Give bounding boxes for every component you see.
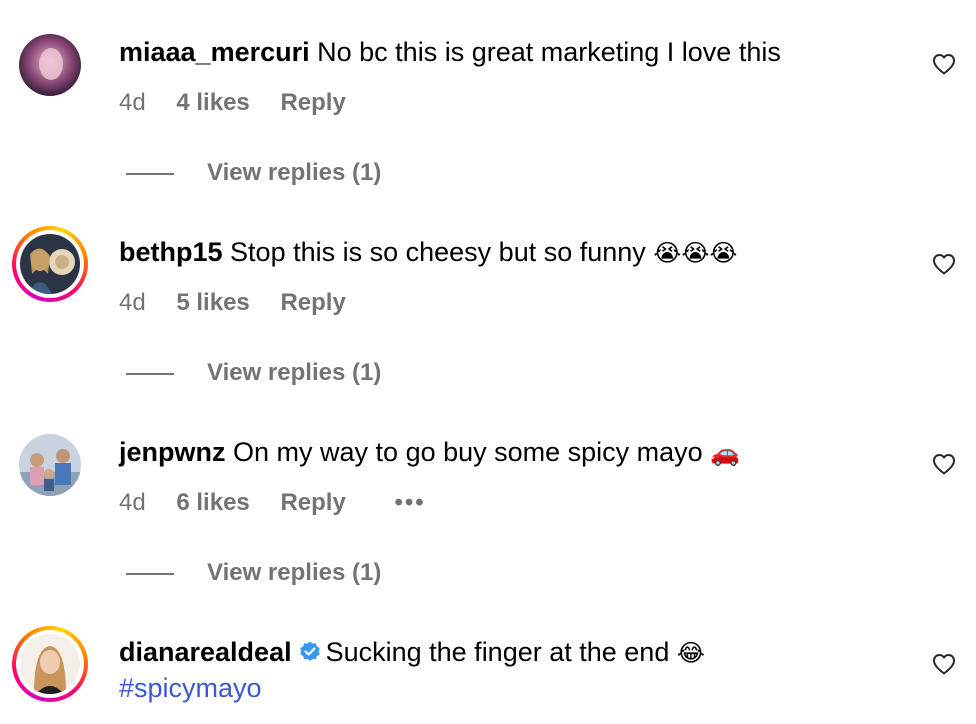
heart-outline-icon[interactable] <box>932 453 956 475</box>
avatar[interactable] <box>12 626 88 702</box>
comment-username[interactable]: bethp15 <box>119 237 223 267</box>
heart-outline-icon[interactable] <box>932 53 956 75</box>
comment-meta: 4d 4 likes Reply <box>119 89 370 117</box>
comment-meta: 4d 5 likes Reply <box>119 289 370 317</box>
laughing-emoji: 😂 <box>676 639 705 667</box>
crying-emoji: 😭😭😭 <box>653 239 738 267</box>
car-emoji: 🚗 <box>710 439 741 467</box>
comment-text-line: dianarealdeal Sucking the finger at the … <box>119 636 705 669</box>
comment-text: No bc this is great marketing I love thi… <box>317 37 781 67</box>
comment-username[interactable]: dianarealdeal <box>119 637 292 667</box>
view-replies-button[interactable]: View replies (1) <box>126 559 381 587</box>
reply-button[interactable]: Reply <box>280 489 345 517</box>
avatar[interactable] <box>19 434 81 496</box>
heart-outline-icon[interactable] <box>932 653 956 675</box>
comment-text: On my way to go buy some spicy mayo <box>233 437 703 467</box>
replies-divider <box>126 572 174 575</box>
avatar[interactable] <box>12 226 88 302</box>
avatar[interactable] <box>19 34 81 96</box>
replies-divider <box>126 372 174 375</box>
more-options-icon[interactable]: ••• <box>394 489 425 517</box>
comment-age: 4d <box>119 289 146 316</box>
comment-age: 4d <box>119 89 146 116</box>
heart-outline-icon[interactable] <box>932 253 956 275</box>
comment-text-line: jenpwnz On my way to go buy some spicy m… <box>119 436 740 469</box>
comment-likes[interactable]: 5 likes <box>176 289 249 317</box>
verified-badge-icon <box>299 641 320 661</box>
comment-likes[interactable]: 6 likes <box>176 489 249 517</box>
avatar-ring-gap <box>16 230 84 298</box>
view-replies-label: View replies (1) <box>207 159 382 186</box>
avatar-ring-gap <box>16 630 84 698</box>
avatar-image <box>20 634 80 694</box>
comment-age: 4d <box>119 489 146 516</box>
view-replies-button[interactable]: View replies (1) <box>126 159 381 187</box>
comment-meta: 4d 6 likes Reply ••• <box>119 489 450 517</box>
hashtag-link[interactable]: #spicymayo <box>119 672 262 704</box>
reply-button[interactable]: Reply <box>280 89 345 117</box>
reply-button[interactable]: Reply <box>280 289 345 317</box>
comment-username[interactable]: miaaa_mercuri <box>119 37 310 67</box>
comment-text: Stop this is so cheesy but so funny <box>230 237 646 267</box>
comment-text-line: miaaa_mercuri No bc this is great market… <box>119 36 781 68</box>
view-replies-label: View replies (1) <box>207 559 382 586</box>
replies-divider <box>126 172 174 175</box>
comment-likes[interactable]: 4 likes <box>176 89 249 117</box>
comment-text-line: bethp15 Stop this is so cheesy but so fu… <box>119 236 737 269</box>
view-replies-label: View replies (1) <box>207 359 382 386</box>
avatar-image <box>20 234 80 294</box>
comment-username[interactable]: jenpwnz <box>119 437 226 467</box>
view-replies-button[interactable]: View replies (1) <box>126 359 381 387</box>
comment-text: Sucking the finger at the end <box>325 637 670 667</box>
